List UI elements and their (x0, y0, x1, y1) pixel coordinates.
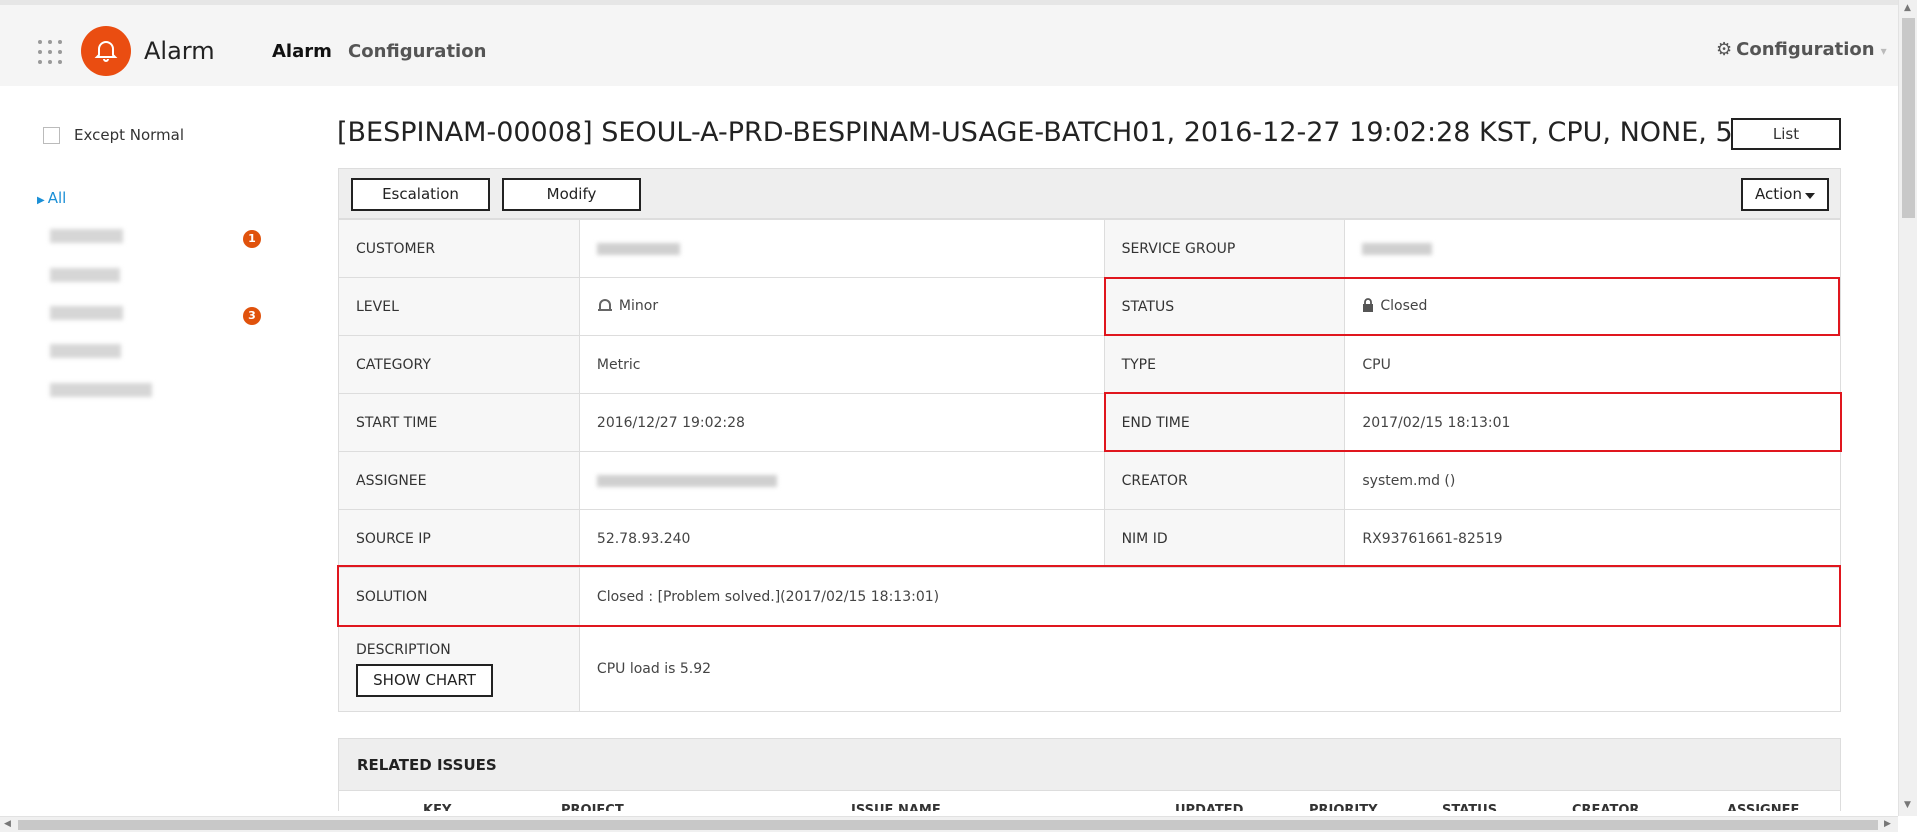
level-value-cell: Minor (578, 277, 1105, 336)
level-label: LEVEL (338, 277, 580, 336)
scroll-down-icon[interactable]: ▼ (1904, 800, 1911, 810)
gear-icon: ⚙ (1716, 39, 1733, 60)
related-issues-title: RELATED ISSUES (357, 756, 497, 774)
sidebar-all-label: All (47, 189, 67, 207)
modify-button[interactable]: Modify (502, 178, 641, 211)
action-toolbar: Escalation Modify Action (338, 168, 1841, 219)
description-cell: DESCRIPTION SHOW CHART (338, 625, 580, 712)
source-ip-value: 52.78.93.240 (578, 509, 1105, 568)
configuration-dropdown-label: Configuration (1736, 39, 1875, 60)
solution-value: Closed : [Problem solved.](2017/02/15 18… (578, 567, 1842, 626)
category-value: Metric (578, 335, 1105, 394)
creator-value: system.md () (1344, 451, 1841, 510)
assignee-label: ASSIGNEE (338, 451, 580, 510)
sidebar: Except Normal ▶ All 1 3 (0, 86, 310, 816)
end-time-value: 2017/02/15 18:13:01 (1344, 393, 1841, 452)
top-bar: Alarm Alarm Configuration ⚙ Configuration… (0, 0, 1898, 86)
column-header-status[interactable]: STATUS (1442, 803, 1497, 811)
category-label: CATEGORY (338, 335, 580, 394)
app-title: Alarm (144, 37, 215, 65)
related-issues-columns: KEY PROJECT ISSUE NAME UPDATED PRIORITY … (338, 791, 1841, 811)
show-chart-button[interactable]: SHOW CHART (356, 664, 493, 697)
table-row: START TIME 2016/12/27 19:02:28 END TIME … (338, 393, 1841, 452)
sidebar-item-redacted[interactable] (50, 306, 123, 320)
creator-label: CREATOR (1103, 451, 1346, 510)
scroll-up-icon[interactable]: ▲ (1904, 3, 1911, 13)
column-header-project[interactable]: PROJECT (561, 803, 624, 811)
table-row: SOURCE IP 52.78.93.240 NIM ID RX93761661… (338, 509, 1841, 568)
table-row: CATEGORY Metric TYPE CPU (338, 335, 1841, 394)
vertical-scroll-thumb[interactable] (1902, 18, 1915, 218)
source-ip-label: SOURCE IP (338, 509, 580, 568)
bell-icon (597, 298, 613, 316)
action-dropdown[interactable]: Action (1741, 178, 1829, 211)
table-row: DESCRIPTION SHOW CHART CPU load is 5.92 (338, 625, 1842, 712)
alarm-detail-table: CUSTOMER SERVICE GROUP LEVEL Minor STATU… (338, 219, 1842, 712)
sidebar-item-redacted[interactable] (50, 383, 152, 397)
sidebar-item-all[interactable]: ▶ All (37, 189, 66, 207)
configuration-dropdown[interactable]: ⚙ Configuration ▾ (1716, 39, 1887, 60)
lock-icon (1362, 297, 1374, 316)
table-row: LEVEL Minor STATUS Closed (338, 277, 1841, 336)
type-label: TYPE (1103, 335, 1346, 394)
nim-id-value: RX93761661-82519 (1344, 509, 1841, 568)
end-time-label: END TIME (1103, 393, 1346, 452)
service-group-value (1344, 219, 1841, 278)
column-header-priority[interactable]: PRIORITY (1309, 803, 1378, 811)
level-value: Minor (618, 297, 659, 314)
except-normal-checkbox[interactable]: Except Normal (43, 126, 184, 144)
alarm-bell-logo-icon (81, 26, 131, 76)
customer-label: CUSTOMER (338, 219, 580, 278)
column-header-issue-name[interactable]: ISSUE NAME (851, 803, 941, 811)
redacted-text (1362, 242, 1433, 255)
service-group-label: SERVICE GROUP (1103, 219, 1346, 278)
app-grid-icon[interactable] (38, 40, 62, 64)
column-header-updated[interactable]: UPDATED (1175, 803, 1243, 811)
page-title: [BESPINAM-00008] SEOUL-A-PRD-BESPINAM-US… (337, 117, 1731, 148)
start-time-value: 2016/12/27 19:02:28 (578, 393, 1105, 452)
escalation-button[interactable]: Escalation (351, 178, 490, 211)
description-label: DESCRIPTION (356, 642, 451, 658)
table-row: SOLUTION Closed : [Problem solved.](2017… (338, 567, 1842, 626)
column-header-key[interactable]: KEY (423, 803, 451, 811)
scroll-left-icon[interactable]: ◀ (4, 819, 11, 829)
count-badge: 3 (243, 307, 261, 325)
table-row: ASSIGNEE CREATOR system.md () (338, 451, 1841, 510)
customer-value (578, 219, 1105, 278)
sidebar-item-redacted[interactable] (50, 229, 123, 243)
redacted-text (596, 474, 777, 487)
table-row: CUSTOMER SERVICE GROUP (338, 219, 1841, 278)
nav-configuration[interactable]: Configuration (348, 41, 486, 62)
redacted-text (596, 242, 680, 255)
status-value-cell: Closed (1344, 277, 1841, 336)
description-value: CPU load is 5.92 (578, 625, 1842, 712)
related-issues-header: RELATED ISSUES (338, 738, 1841, 791)
status-label: STATUS (1103, 277, 1346, 336)
column-header-creator[interactable]: CREATOR (1572, 803, 1639, 811)
sidebar-item-redacted[interactable] (50, 344, 121, 358)
caret-down-icon (1805, 193, 1815, 199)
nav-alarm[interactable]: Alarm (272, 41, 332, 62)
chevron-down-icon: ▾ (1880, 44, 1887, 58)
solution-label: SOLUTION (338, 567, 580, 626)
caret-right-icon: ▶ (37, 195, 45, 206)
scroll-right-icon[interactable]: ▶ (1884, 819, 1891, 829)
start-time-label: START TIME (338, 393, 580, 452)
sidebar-item-redacted[interactable] (50, 268, 120, 282)
nim-id-label: NIM ID (1103, 509, 1346, 568)
status-value: Closed (1380, 297, 1428, 314)
horizontal-scroll-thumb[interactable] (18, 820, 1878, 830)
checkbox-box[interactable] (43, 127, 60, 144)
except-normal-label: Except Normal (74, 126, 185, 144)
column-header-assignee[interactable]: ASSIGNEE (1727, 803, 1799, 811)
horizontal-scrollbar[interactable]: ◀ ▶ (0, 816, 1898, 832)
action-label: Action (1755, 185, 1802, 203)
count-badge: 1 (243, 230, 261, 248)
type-value: CPU (1344, 335, 1841, 394)
vertical-scrollbar[interactable]: ▲ ▼ (1898, 0, 1917, 816)
list-button[interactable]: List (1731, 118, 1841, 150)
assignee-value (578, 451, 1105, 510)
